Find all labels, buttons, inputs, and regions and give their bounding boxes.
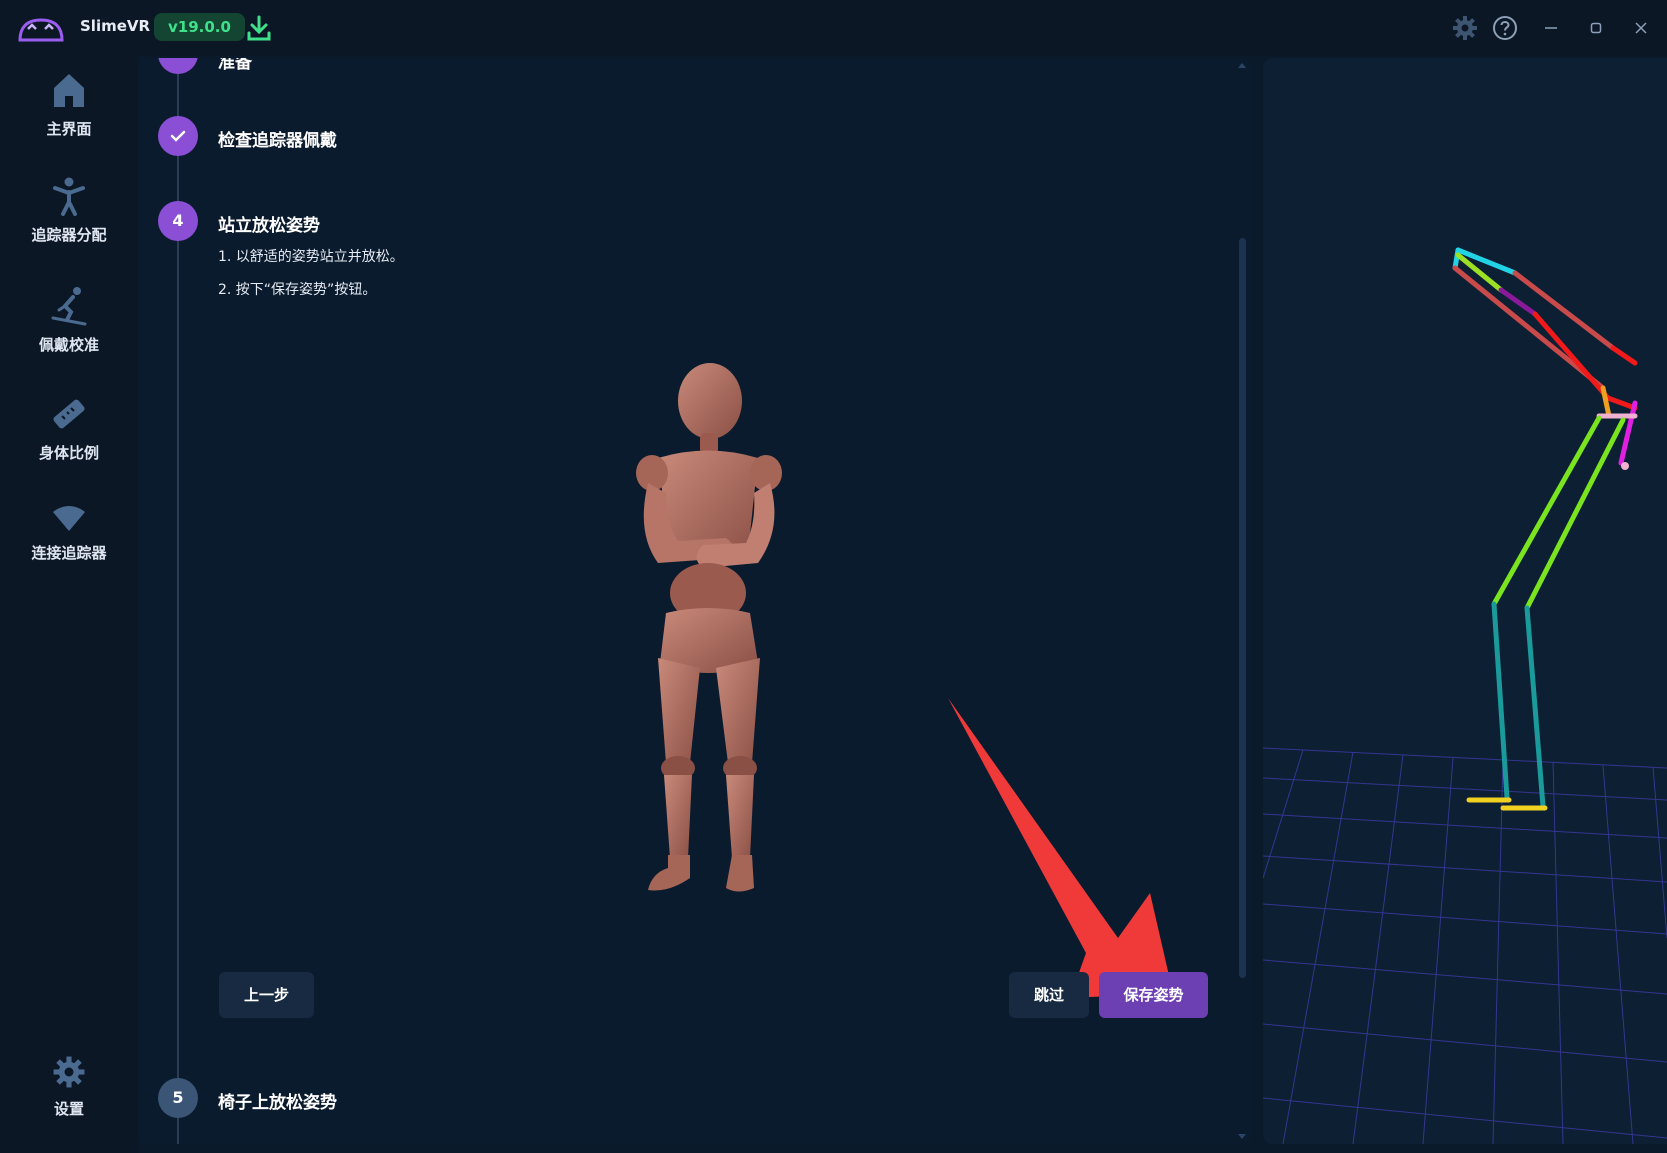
skeleton-preview-image — [1263, 247, 1667, 1144]
sidebar: 主界面 追踪器分配 佩戴校准 身体比例 连接追踪器 设置 — [0, 56, 138, 1153]
pose-mannequin-image — [636, 363, 782, 892]
sidebar-item-settings[interactable]: 设置 — [0, 1054, 138, 1119]
scroll-up-icon[interactable] — [1236, 60, 1248, 72]
sidebar-item-label: 身体比例 — [38, 444, 99, 462]
slimevr-logo-icon — [18, 18, 64, 42]
version-badge[interactable]: v19.0.0 — [154, 13, 245, 41]
sidebar-item-home[interactable]: 主界面 — [0, 70, 138, 139]
scrollbar-thumb[interactable] — [1239, 238, 1246, 978]
person-icon — [53, 177, 85, 216]
minimize-icon[interactable] — [1537, 14, 1565, 42]
skeleton-3d-viewport[interactable] — [1263, 58, 1667, 1144]
settings-gear-icon[interactable] — [1451, 14, 1479, 42]
sidebar-item-connect-trackers[interactable]: 连接追踪器 — [0, 504, 138, 563]
app-name: SlimeVR — [80, 17, 151, 35]
sidebar-item-body-proportions[interactable]: 身体比例 — [0, 394, 138, 463]
skier-icon — [51, 287, 87, 326]
close-icon[interactable] — [1627, 14, 1655, 42]
instruction-1: 1. 以舒适的姿势站立并放松。 — [218, 249, 404, 265]
save-pose-button[interactable]: 保存姿势 — [1099, 972, 1208, 1018]
skip-button[interactable]: 跳过 — [1009, 972, 1089, 1018]
step-title-next: 椅子上放松姿势 — [218, 1093, 337, 1113]
wifi-icon — [53, 506, 85, 531]
sidebar-item-mounting-calibration[interactable]: 佩戴校准 — [0, 286, 138, 355]
sidebar-item-label: 设置 — [53, 1100, 84, 1118]
step-title-previous: 准备 — [218, 58, 252, 73]
calibration-wizard-panel: 准备 检查追踪器佩戴 4 站立放松姿势 1. 以舒适的姿势站立并放松。 2. 按… — [138, 58, 1252, 1144]
title-bar: SlimeVR v19.0.0 — [0, 0, 1667, 56]
step-circle-current: 4 — [158, 201, 198, 241]
step-title-current: 站立放松姿势 — [218, 216, 320, 236]
annotation-arrow-icon — [948, 698, 1173, 998]
sidebar-item-label: 连接追踪器 — [31, 544, 107, 562]
back-button[interactable]: 上一步 — [219, 972, 314, 1018]
checkmark-icon — [170, 130, 186, 142]
instruction-2: 2. 按下“保存姿势”按钮。 — [218, 282, 377, 298]
settings-icon — [53, 1056, 85, 1088]
scroll-down-icon[interactable] — [1236, 1130, 1248, 1142]
home-icon — [54, 74, 84, 107]
sidebar-item-label: 追踪器分配 — [31, 226, 107, 244]
help-icon[interactable] — [1491, 14, 1519, 42]
step-circle-next: 5 — [158, 1078, 198, 1118]
sidebar-item-label: 佩戴校准 — [38, 336, 99, 354]
step-title-check: 检查追踪器佩戴 — [218, 131, 337, 151]
step-circle-previous — [158, 58, 198, 74]
maximize-icon[interactable] — [1582, 14, 1610, 42]
download-icon[interactable] — [246, 14, 272, 42]
sidebar-item-tracker-assignment[interactable]: 追踪器分配 — [0, 176, 138, 245]
ruler-icon — [53, 399, 85, 429]
step-circle-check — [158, 116, 198, 156]
sidebar-item-label: 主界面 — [46, 120, 92, 138]
